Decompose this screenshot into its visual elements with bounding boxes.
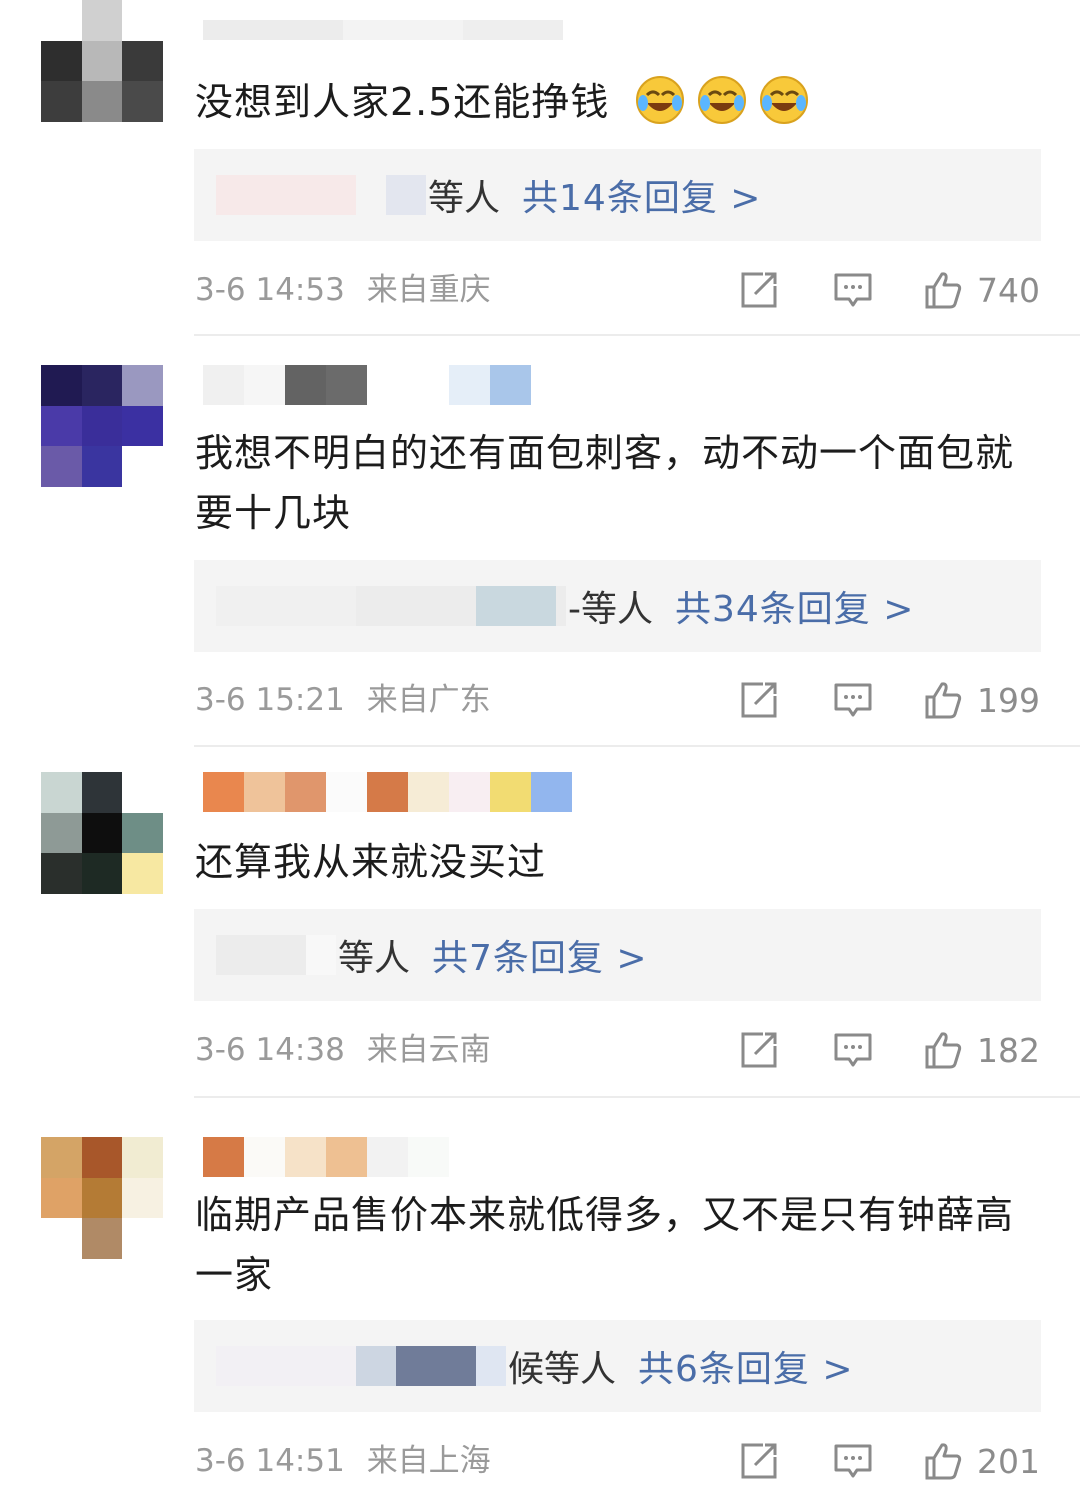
share-icon[interactable] [739,1441,779,1481]
avatar[interactable] [41,0,163,122]
share-icon[interactable] [739,680,779,720]
reply-usernames-blurred [216,935,336,975]
reply-usernames-blurred [216,586,566,626]
comment-meta: 3-6 14:38 来自云南 [195,1030,491,1070]
like-icon[interactable] [923,1441,963,1481]
replies-preview[interactable]: 等人 共14条回复 > [194,149,1041,241]
like-count: 740 [977,270,1040,310]
reply-usernames-blurred [216,175,426,215]
share-icon[interactable] [739,1030,779,1070]
comment-text: 还算我从来就没买过 [195,840,547,884]
comment-item: 还算我从来就没买过 等人 共7条回复 > 3-6 14:38 来自云南 182 [0,772,1080,1098]
comment-location: 来自广东 [366,682,491,718]
like-count: 201 [977,1441,1040,1481]
reply-users: -等人 [568,589,653,630]
comment-item: 我想不明白的还有面包刺客，动不动一个面包就要十几块 -等人 共34条回复 > 3… [0,365,1080,747]
share-icon[interactable] [739,270,779,310]
comment-actions: 182 [739,1028,1040,1072]
laughing-crying-emoji-icon [635,76,684,124]
laughing-crying-emoji-icon [697,76,746,124]
comment-actions: 740 [739,268,1040,312]
reply-count-link[interactable]: 共7条回复 > [432,929,648,981]
comment-location: 来自重庆 [366,272,491,308]
divider [194,334,1080,336]
reply-usernames-blurred [216,1346,506,1386]
comment-text: 我想不明白的还有面包刺客，动不动一个面包就要十几块 [195,431,1015,535]
replies-preview[interactable]: -等人 共34条回复 > [194,560,1041,652]
reply-count-link[interactable]: 共34条回复 > [675,580,914,632]
comment-actions: 201 [739,1439,1040,1483]
username[interactable] [203,365,531,405]
reply-users: 候等人 [508,1349,617,1390]
divider [194,745,1080,747]
reply-count-link[interactable]: 共14条回复 > [522,169,761,221]
like-icon[interactable] [923,1030,963,1070]
comment-time: 3-6 14:51 [195,1443,345,1479]
comment-actions: 199 [739,678,1040,722]
comment-text: 临期产品售价本来就低得多，又不是只有钟薛高一家 [195,1193,1015,1297]
comment-icon[interactable] [833,680,873,720]
reply-users: 等人 [338,938,411,979]
comment-time: 3-6 14:53 [195,272,345,308]
username[interactable] [203,1137,449,1177]
avatar[interactable] [41,1137,163,1259]
reply-count-link[interactable]: 共6条回复 > [638,1340,854,1392]
like-icon[interactable] [923,680,963,720]
avatar[interactable] [41,772,163,894]
like-icon[interactable] [923,270,963,310]
comment-meta: 3-6 15:21 来自广东 [195,680,491,720]
comment-icon[interactable] [833,270,873,310]
replies-preview[interactable]: 候等人 共6条回复 > [194,1320,1041,1412]
replies-preview[interactable]: 等人 共7条回复 > [194,909,1041,1001]
comment-meta: 3-6 14:51 来自上海 [195,1441,491,1481]
comment-location: 来自上海 [366,1443,491,1479]
comment-meta: 3-6 14:53 来自重庆 [195,270,491,310]
reply-users: 等人 [428,178,501,219]
divider [194,1096,1080,1098]
like-count: 182 [977,1030,1040,1070]
comment-text: 没想到人家2.5还能挣钱 [195,72,1045,132]
like-count: 199 [977,680,1040,720]
username[interactable] [203,20,563,40]
laughing-crying-emoji-icon [759,76,808,124]
comment-time: 3-6 14:38 [195,1032,345,1068]
comment-item: 没想到人家2.5还能挣钱 等人 共14条回复 > 3-6 14:53 来自重庆 … [0,0,1080,336]
comment-location: 来自云南 [366,1032,491,1068]
comment-time: 3-6 15:21 [195,682,345,718]
avatar[interactable] [41,365,163,487]
username[interactable] [203,772,572,812]
comment-icon[interactable] [833,1441,873,1481]
comment-icon[interactable] [833,1030,873,1070]
comment-item: 临期产品售价本来就低得多，又不是只有钟薛高一家 候等人 共6条回复 > 3-6 … [0,1137,1080,1499]
